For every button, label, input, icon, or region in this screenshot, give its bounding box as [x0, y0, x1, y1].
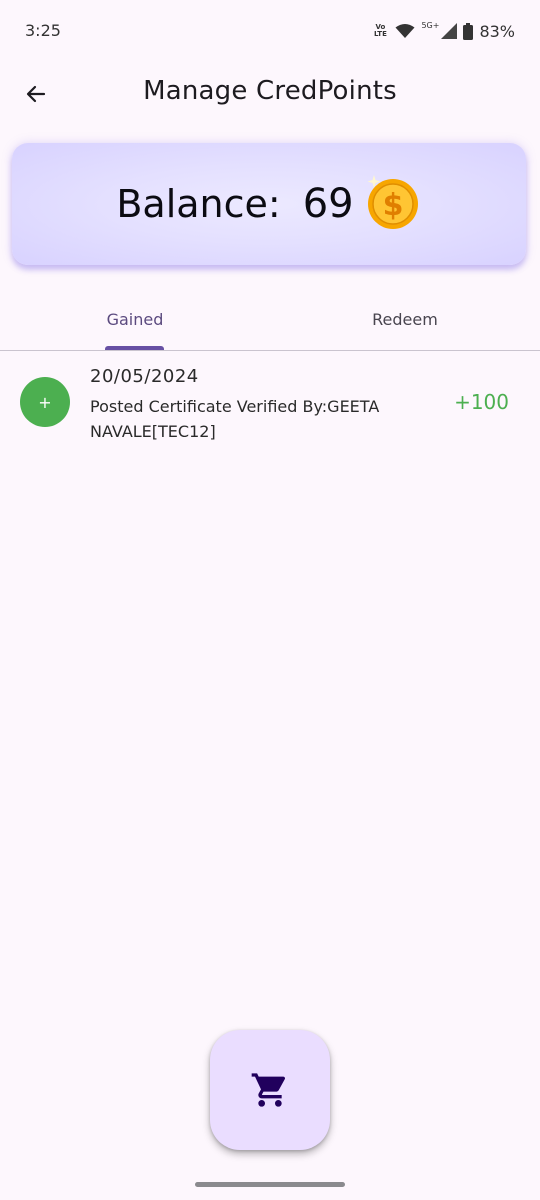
transaction-description: Posted Certificate Verified By:GEETA NAV…: [90, 397, 380, 441]
cart-button[interactable]: [210, 1030, 330, 1150]
volte-icon: Vo LTE: [374, 23, 387, 38]
list-item[interactable]: + 20/05/2024 Posted Certificate Verified…: [0, 352, 540, 452]
tab-redeem-label: Redeem: [372, 310, 438, 329]
balance-label: Balance:: [116, 182, 281, 226]
gesture-nav-handle[interactable]: [195, 1182, 345, 1187]
balance-value: 69: [302, 181, 354, 227]
tab-gained-label: Gained: [106, 310, 164, 329]
battery-icon: [463, 22, 474, 40]
cell-signal-icon: [441, 23, 458, 39]
balance-card: Balance: 69 $: [12, 143, 526, 265]
page-title: Manage CredPoints: [143, 76, 397, 106]
status-icons: Vo LTE 5G+ 83%: [371, 20, 515, 42]
status-bar: 3:25 Vo LTE 5G+ 83%: [0, 0, 540, 62]
tab-indicator: [105, 346, 164, 350]
coin-icon: $: [367, 175, 418, 229]
battery-percent: 83%: [479, 21, 515, 41]
app-bar: Manage CredPoints: [0, 62, 540, 126]
status-time: 3:25: [25, 21, 61, 40]
transaction-date: 20/05/2024: [90, 366, 199, 387]
svg-text:$: $: [382, 188, 403, 223]
wifi-icon: [395, 24, 415, 38]
tab-gained[interactable]: Gained: [0, 296, 270, 349]
network-type: 5G+: [421, 21, 440, 30]
tab-bar: Gained Redeem: [0, 296, 540, 351]
shopping-cart-icon: [251, 1073, 286, 1107]
plus-icon: +: [20, 377, 70, 427]
tab-redeem[interactable]: Redeem: [270, 296, 540, 349]
transaction-amount: +100: [454, 390, 509, 414]
